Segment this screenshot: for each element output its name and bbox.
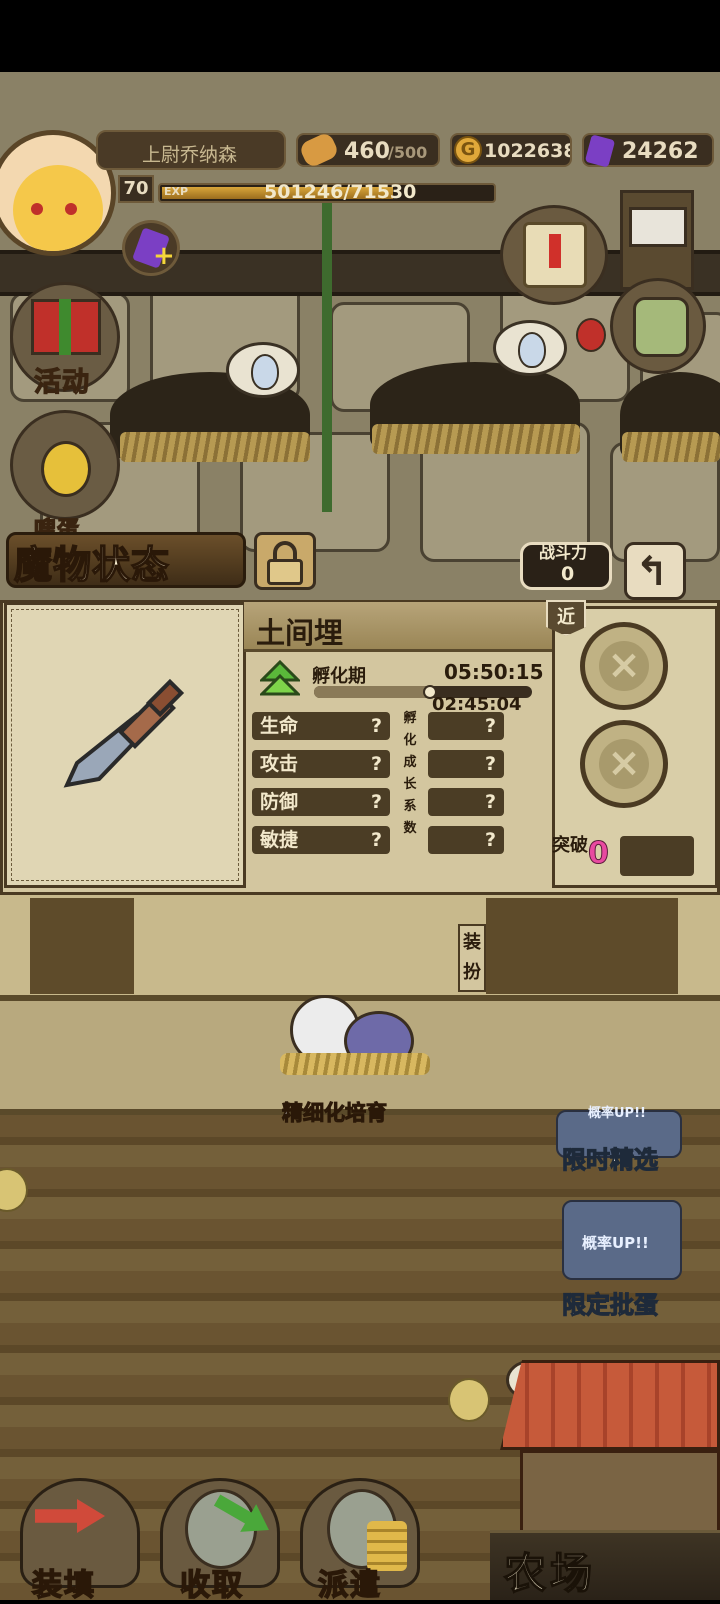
shelf-panel — [30, 898, 134, 994]
quest-scroll-button[interactable] — [500, 205, 608, 305]
nest-straw — [280, 1053, 430, 1075]
breakthrough-value: 0 — [588, 836, 610, 872]
chick[interactable] — [448, 1378, 490, 1422]
gem-counter[interactable]: 24262 — [582, 133, 714, 168]
lock-button[interactable] — [254, 532, 316, 590]
ladybug-icon — [576, 318, 606, 352]
golden-egg-icon — [41, 441, 91, 497]
rate-up-badge: 概率UP!! — [588, 1106, 646, 1121]
mail-button[interactable] — [620, 190, 694, 290]
farm-building[interactable] — [520, 1450, 720, 1540]
stat-row: 敏捷? — [252, 826, 390, 854]
collect-label: 收取 — [179, 1567, 244, 1604]
monster-name-bar: 土间埋 — [244, 602, 552, 652]
exp-text: 501246/71530 — [264, 181, 417, 203]
stamina-max: /500 — [388, 143, 428, 162]
combat-power-label: 战斗力 — [539, 543, 588, 562]
stat-value: ? — [370, 715, 382, 737]
growth-coefficient-label: 孵化成长系数 — [403, 711, 417, 836]
dispatch-label: 派遣 — [317, 1567, 382, 1604]
equip-tab[interactable]: 装扮 — [458, 924, 486, 992]
growth-value: ? — [428, 712, 504, 740]
exp-bar: EXP 501246/71530 — [158, 181, 496, 203]
mail-icon — [629, 207, 687, 247]
player-level: 70 — [118, 175, 154, 203]
limited-batch-label: 限定批蛋 — [561, 1290, 658, 1319]
farm-roof — [500, 1360, 720, 1450]
limited-batch-button[interactable]: 概率UP!! — [562, 1200, 682, 1280]
monster-portrait-box — [4, 602, 246, 888]
gacha-button[interactable] — [10, 410, 120, 520]
gift-ribbon — [59, 299, 71, 355]
empty-x-icon: × — [599, 641, 649, 691]
rate-up-badge: 概率UP!! — [582, 1234, 649, 1252]
stamina-value: 460 — [344, 139, 390, 164]
straw-2 — [372, 424, 580, 454]
stat-label: 攻击 — [260, 753, 299, 775]
gold-coin-icon: G — [454, 136, 482, 164]
egg-bubble-1[interactable] — [226, 342, 300, 398]
stat-label: 敏捷 — [260, 829, 299, 851]
skill-slot-1[interactable]: × — [580, 622, 668, 710]
gem-value: 24262 — [622, 139, 699, 164]
egg-icon — [518, 332, 546, 368]
lock-icon — [267, 559, 303, 585]
hatch-progress-fill — [314, 686, 430, 698]
growth-value: ? — [428, 750, 504, 778]
sword-icon — [63, 678, 185, 788]
fine-breeding-button[interactable] — [280, 985, 430, 1085]
combat-power-box: 战斗力 0 — [520, 542, 612, 590]
straw-3 — [622, 432, 720, 462]
player-name-bar: 上尉乔纳森 — [96, 130, 286, 170]
phase-label: 孵化期 — [312, 666, 366, 687]
growth-value: ? — [428, 788, 504, 816]
growth-value: ? — [428, 826, 504, 854]
level-up-arrows-icon — [258, 659, 302, 702]
combat-power-value: 0 — [561, 563, 575, 585]
stat-row: 攻击? — [252, 750, 390, 778]
buy-gems-button[interactable]: + — [122, 220, 180, 276]
vine-decoration — [322, 202, 332, 512]
gold-counter[interactable]: G 10226380 — [450, 133, 572, 167]
purple-gem-icon — [584, 134, 616, 168]
stat-value: ? — [370, 791, 382, 813]
red-arrow-icon — [35, 1499, 105, 1533]
exp-label: EXP — [164, 185, 189, 198]
back-arrow-icon: ↰ — [635, 549, 669, 595]
stamina-counter[interactable]: 460 /500 — [296, 131, 440, 169]
back-button[interactable]: ↰ — [624, 542, 686, 600]
limited-select-label: 限时精选 — [561, 1145, 658, 1174]
straw-1 — [120, 432, 310, 462]
bag-button[interactable] — [610, 278, 706, 374]
player-name: 上尉乔纳森 — [142, 144, 238, 166]
monster-status-title: 魔物状态 — [13, 542, 171, 588]
stat-value: ? — [370, 829, 382, 851]
gold-value: 10226380 — [484, 140, 570, 162]
monster-name: 土间埋 — [256, 616, 344, 650]
fine-breeding-label[interactable]: 精细化培育 — [282, 1097, 388, 1127]
breakthrough-label: 突破 — [552, 835, 588, 856]
skill-slot-2[interactable]: × — [580, 720, 668, 808]
stat-label: 生命 — [260, 715, 299, 737]
egg-bubble-2[interactable] — [493, 320, 567, 376]
stat-row: 防御? — [252, 788, 390, 816]
activity-label: 活动 — [33, 366, 90, 398]
bag-icon — [633, 297, 689, 357]
shelf-panel — [486, 898, 678, 994]
stat-label: 防御 — [260, 791, 299, 813]
wooden-beam — [0, 250, 720, 296]
stat-row: 生命? — [252, 712, 390, 740]
empty-x-icon: × — [599, 739, 649, 789]
breakthrough-slot — [620, 836, 694, 876]
bread-icon — [298, 131, 340, 169]
farm-label[interactable]: 农场 — [503, 1540, 596, 1601]
plus-icon: + — [153, 241, 175, 271]
time-total: 05:50:15 — [444, 660, 544, 684]
load-label: 装填 — [31, 1567, 96, 1604]
egg-icon — [251, 354, 279, 390]
alert-mark-icon — [549, 234, 561, 268]
stat-value: ? — [370, 753, 382, 775]
